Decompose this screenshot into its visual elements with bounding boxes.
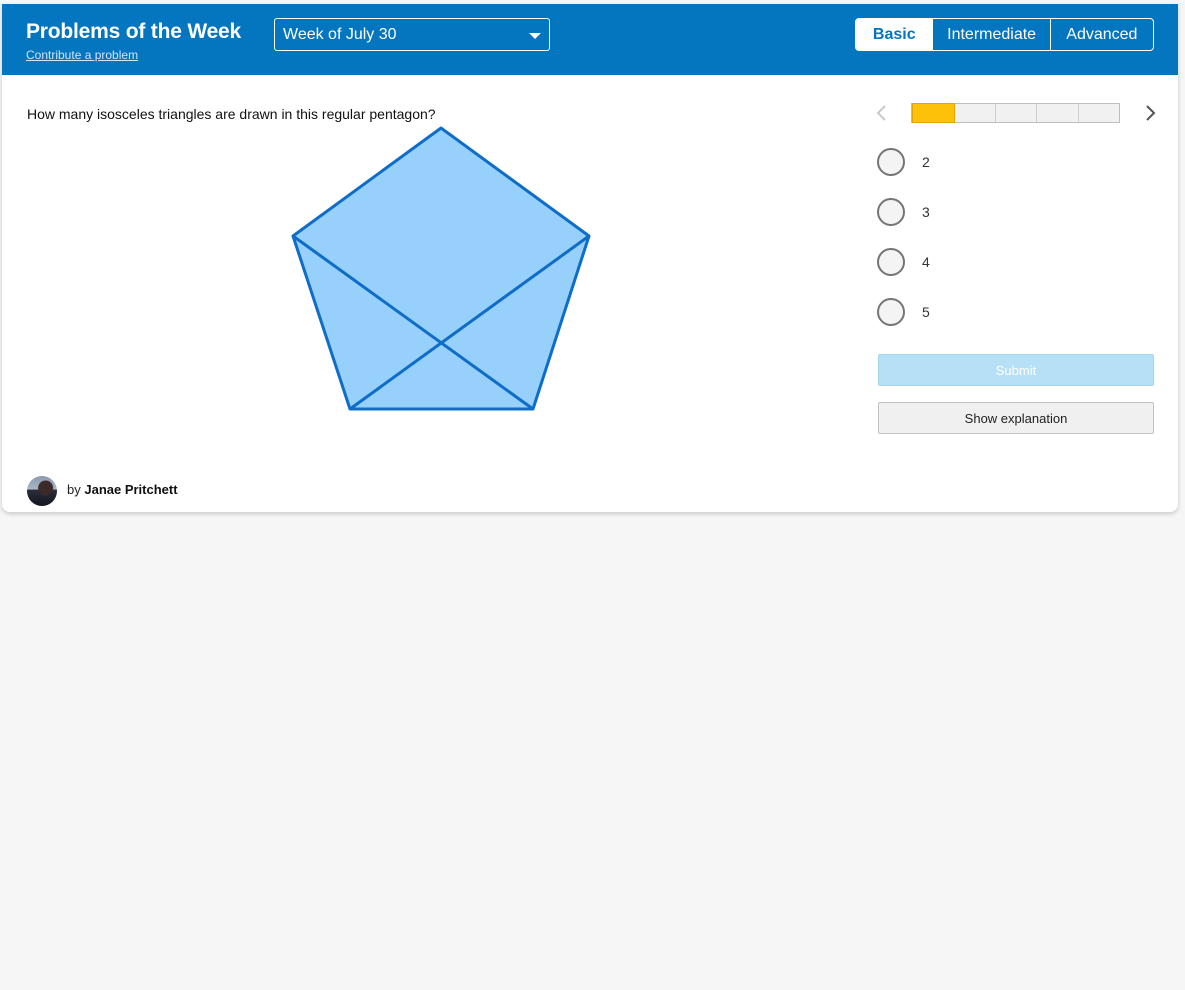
- tab-intermediate[interactable]: Intermediate: [932, 19, 1049, 50]
- week-select[interactable]: Week of July 30: [274, 18, 550, 51]
- tab-advanced[interactable]: Advanced: [1049, 19, 1153, 50]
- tab-basic[interactable]: Basic: [856, 19, 933, 50]
- problem-card: Problems of the Week Contribute a proble…: [2, 4, 1178, 512]
- choice-label: 3: [922, 204, 930, 220]
- progress-divider: [1078, 104, 1079, 122]
- radio-button[interactable]: [877, 148, 905, 176]
- progress-fill: [912, 103, 955, 123]
- chevron-right-icon[interactable]: [1142, 102, 1158, 124]
- answer-choice[interactable]: 3: [877, 198, 1117, 228]
- answer-choice[interactable]: 4: [877, 248, 1117, 278]
- choice-label: 4: [922, 254, 930, 270]
- chevron-left-icon[interactable]: [874, 102, 890, 124]
- author-byline: by Janae Pritchett: [67, 482, 178, 497]
- answer-choice[interactable]: 2: [877, 148, 1117, 178]
- pentagon-figure: [291, 126, 591, 411]
- by-prefix: by: [67, 482, 81, 497]
- header-bar: Problems of the Week Contribute a proble…: [2, 4, 1178, 75]
- difficulty-tabs: Basic Intermediate Advanced: [855, 18, 1154, 51]
- progress-divider: [1036, 104, 1037, 122]
- page-title: Problems of the Week: [26, 20, 242, 43]
- avatar[interactable]: [27, 476, 57, 506]
- progress-bar: [911, 103, 1120, 123]
- week-select-value: Week of July 30: [283, 26, 397, 43]
- submit-button[interactable]: Submit: [878, 354, 1154, 386]
- choice-label: 5: [922, 304, 930, 320]
- answer-choice[interactable]: 5: [877, 298, 1117, 328]
- question-text: How many isosceles triangles are drawn i…: [27, 106, 436, 122]
- author-name[interactable]: Janae Pritchett: [84, 482, 177, 497]
- choice-label: 2: [922, 154, 930, 170]
- caret-down-icon: [529, 33, 541, 39]
- radio-button[interactable]: [877, 198, 905, 226]
- show-explanation-button[interactable]: Show explanation: [878, 402, 1154, 434]
- radio-button[interactable]: [877, 298, 905, 326]
- contribute-link[interactable]: Contribute a problem: [26, 48, 138, 62]
- progress-divider: [995, 104, 996, 122]
- radio-button[interactable]: [877, 248, 905, 276]
